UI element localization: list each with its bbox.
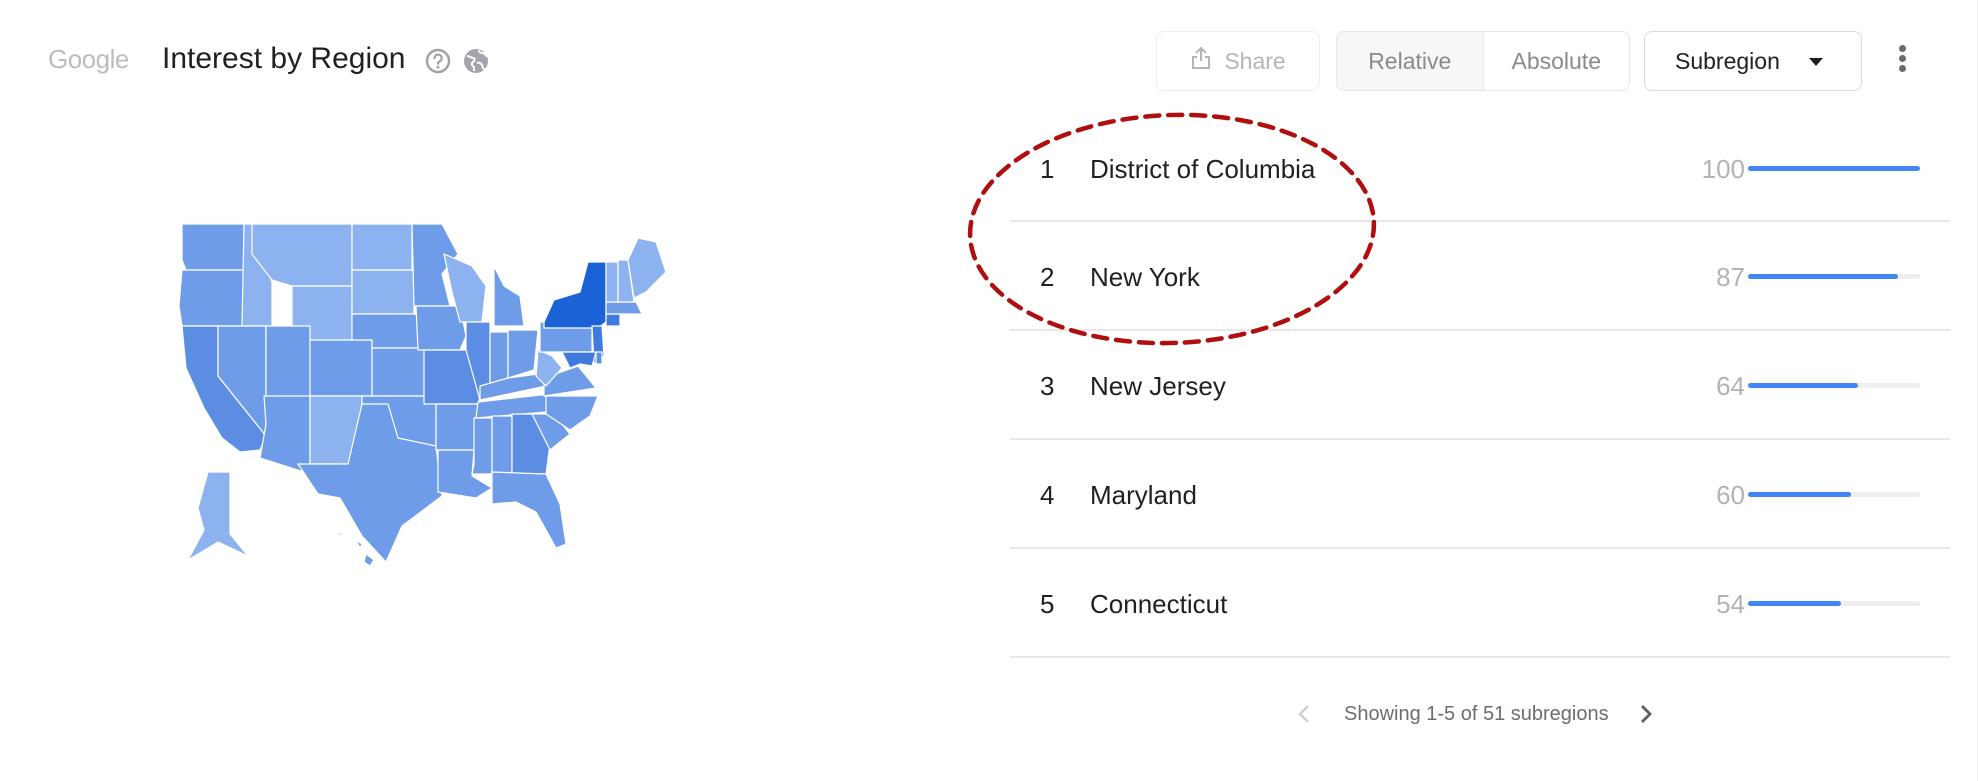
state-massachusetts [605,301,643,315]
state-arizona [259,395,311,475]
bar-fill [1748,601,1841,606]
resolution-select[interactable]: Subregion [1644,31,1862,91]
us-map[interactable] [160,210,800,590]
table-row[interactable]: 4 Maryland 60 [1010,440,1950,549]
row-value: 87 [1716,262,1745,292]
value-mode-toggle: Relative Absolute [1336,31,1630,91]
state-connecticut [605,313,621,327]
absolute-tab[interactable]: Absolute [1484,32,1630,90]
row-region-name[interactable]: Connecticut [1090,589,1227,620]
state-maine [627,237,667,299]
bar-fill [1748,383,1859,388]
state-delaware [595,351,603,365]
share-button[interactable]: Share [1156,31,1320,91]
page-title: Interest by Region [162,42,406,75]
share-label: Share [1224,47,1286,74]
state-alaska [187,471,249,561]
pagination-info: Showing 1-5 of 51 subregions [1344,702,1609,725]
state-mississippi [471,417,493,475]
share-icon [1190,46,1212,76]
state-oregon [178,269,245,327]
row-region-name[interactable]: Maryland [1090,480,1197,511]
bar-track [1748,601,1920,606]
globe-icon[interactable] [462,47,490,75]
row-rank: 1 [1040,154,1055,184]
row-region-name[interactable]: District of Columbia [1090,154,1315,185]
state-washington [181,223,245,271]
bar-fill [1748,274,1898,279]
bar-track [1748,492,1920,497]
row-rank: 3 [1040,371,1055,401]
help-icon[interactable] [424,47,452,75]
bar-track [1748,383,1920,388]
row-rank: 5 [1040,589,1055,619]
bar-track [1748,166,1920,171]
chevron-left-icon[interactable] [1290,699,1320,729]
state-utah [265,325,311,399]
row-region-name[interactable]: New Jersey [1090,371,1226,402]
resolution-select-value: Subregion [1675,47,1780,74]
state-north-dakota [351,223,413,271]
row-value: 100 [1701,154,1745,184]
state-colorado [309,339,373,397]
state-arkansas [435,403,479,451]
more-vert-icon[interactable] [1890,42,1914,82]
bar-fill [1748,492,1852,497]
state-ohio [507,329,539,379]
table-row[interactable]: 3 New Jersey 64 [1010,331,1950,440]
relative-tab[interactable]: Relative [1337,32,1484,90]
state-indiana [489,331,509,387]
chevron-right-icon[interactable] [1631,699,1661,729]
caret-down-icon [1809,58,1823,66]
table-row[interactable]: 5 Connecticut 54 [1010,549,1950,658]
state-vermont [605,261,619,303]
google-logo: Google [48,44,129,74]
state-michigan [493,265,525,327]
table-row[interactable]: 2 New York 87 [1010,222,1950,331]
state-south-dakota [351,269,415,315]
state-florida [491,471,567,549]
state-new-york [543,261,607,329]
state-alabama [491,415,513,479]
region-ranking-list: 1 District of Columbia 100 2 New York 87… [1010,114,1950,658]
row-value: 54 [1716,589,1745,619]
table-row[interactable]: 1 District of Columbia 100 [1010,114,1950,222]
row-region-name[interactable]: New York [1090,262,1200,293]
row-value: 64 [1716,371,1745,401]
pagination: Showing 1-5 of 51 subregions [1290,696,1690,732]
bar-fill [1748,166,1920,171]
row-rank: 4 [1040,480,1055,510]
row-rank: 2 [1040,262,1055,292]
bar-track [1748,274,1920,279]
state-maryland [561,351,597,369]
row-value: 60 [1716,480,1745,510]
